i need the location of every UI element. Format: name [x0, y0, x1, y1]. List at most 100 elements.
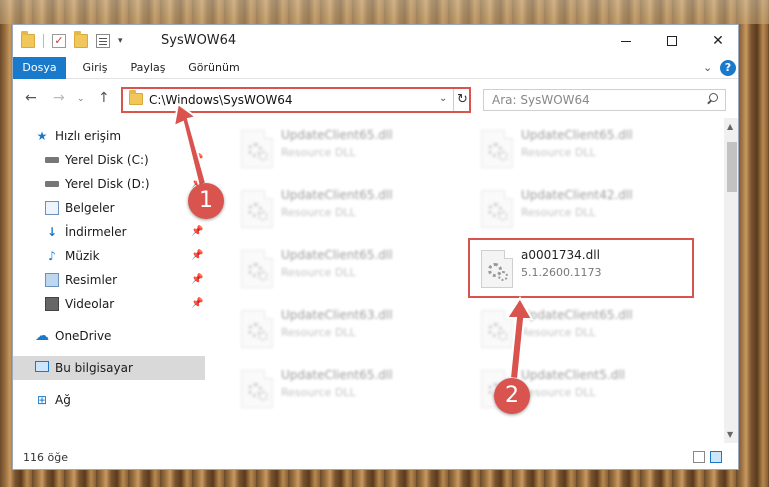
file-description: Resource DLL: [521, 326, 596, 339]
sidebar-item-quick-access[interactable]: ★ Hızlı erişim: [13, 124, 205, 148]
sidebar-item-label: Yerel Disk (D:): [65, 177, 150, 191]
pin-icon[interactable]: 📌: [191, 220, 203, 244]
properties-check-icon[interactable]: ✓: [52, 34, 66, 48]
minimize-button[interactable]: [603, 25, 649, 57]
sidebar-item-label: İndirmeler: [65, 225, 127, 239]
new-folder-icon[interactable]: [74, 31, 88, 48]
tab-file[interactable]: Dosya: [13, 57, 66, 79]
sidebar-item-label: OneDrive: [55, 329, 112, 343]
navigation-pane: ★ Hızlı erişim Yerel Disk (C:) 📌 Yerel D…: [13, 118, 205, 443]
file-item[interactable]: UpdateClient65.dll Resource DLL: [233, 242, 463, 298]
tab-share[interactable]: Paylaş: [123, 57, 173, 79]
file-item[interactable]: UpdateClient65.dll Resource DLL: [473, 302, 703, 358]
sidebar-item-label: Resimler: [65, 273, 118, 287]
sidebar-item-label: Videolar: [65, 297, 115, 311]
step-1-badge: 1: [188, 183, 224, 219]
navigation-bar: ← → ⌄ ↑ C:\Windows\SysWOW64 ⌄ ↻ Ara: Sys…: [13, 80, 738, 118]
computer-icon: [35, 361, 49, 372]
forward-button[interactable]: →: [53, 90, 65, 106]
toolbar-divider: [43, 34, 44, 48]
pin-icon[interactable]: 📌: [191, 292, 203, 316]
scrollbar-thumb[interactable]: [727, 142, 737, 192]
status-bar: 116 öğe: [13, 443, 738, 469]
close-button[interactable]: ✕: [695, 25, 738, 57]
pin-icon[interactable]: 📌: [191, 148, 203, 172]
refresh-button[interactable]: ↻: [453, 89, 471, 111]
address-bar[interactable]: C:\Windows\SysWOW64 ⌄ ↻: [121, 87, 471, 113]
file-name: UpdateClient65.dll: [521, 128, 633, 142]
expand-ribbon-icon[interactable]: ⌄: [703, 61, 712, 74]
file-description: Resource DLL: [281, 266, 356, 279]
search-icon[interactable]: [706, 93, 718, 105]
target-file-highlight: [468, 238, 694, 298]
sidebar-item-music[interactable]: ♪ Müzik 📌: [13, 244, 205, 268]
rename-icon[interactable]: [96, 34, 110, 48]
help-icon[interactable]: ?: [720, 60, 736, 76]
address-dropdown[interactable]: ⌄: [439, 93, 447, 104]
file-item[interactable]: UpdateClient42.dll Resource DLL: [473, 182, 703, 238]
large-icons-view-icon[interactable]: [710, 451, 722, 463]
sidebar-item-label: Hızlı erişim: [55, 129, 122, 143]
sidebar-item-onedrive[interactable]: ☁ OneDrive: [13, 324, 205, 348]
address-folder-icon: [129, 90, 143, 105]
document-icon: [45, 201, 59, 215]
sidebar-item-downloads[interactable]: ↓ İndirmeler 📌: [13, 220, 205, 244]
folder-icon: [21, 31, 35, 48]
sidebar-item-disk-c[interactable]: Yerel Disk (C:) 📌: [13, 148, 205, 172]
item-count: 116 öğe: [23, 451, 68, 464]
dll-file-icon: [241, 130, 273, 168]
address-path[interactable]: C:\Windows\SysWOW64: [149, 93, 293, 107]
tab-home[interactable]: Giriş: [75, 57, 115, 79]
maximize-icon: [667, 36, 677, 46]
music-icon: ♪: [48, 249, 56, 263]
file-item[interactable]: UpdateClient65.dll Resource DLL: [233, 182, 463, 238]
file-name: UpdateClient42.dll: [521, 188, 633, 202]
dll-file-icon: [241, 250, 273, 288]
up-button[interactable]: ↑: [98, 90, 110, 106]
minimize-icon: [621, 40, 631, 42]
file-name: UpdateClient5.dll: [521, 368, 625, 382]
picture-icon: [45, 273, 59, 287]
file-item[interactable]: UpdateClient65.dll Resource DLL: [473, 122, 703, 178]
maximize-button[interactable]: [649, 25, 695, 57]
disk-icon: [45, 181, 59, 187]
sidebar-item-documents[interactable]: Belgeler 📌: [13, 196, 205, 220]
scroll-down-icon[interactable]: ▼: [727, 430, 733, 439]
file-name: UpdateClient63.dll: [281, 308, 393, 322]
pin-icon[interactable]: 📌: [191, 244, 203, 268]
sidebar-item-network[interactable]: ⊞ Ağ: [13, 388, 205, 412]
search-input[interactable]: Ara: SysWOW64: [483, 89, 726, 111]
customize-toolbar-dropdown[interactable]: ▾: [118, 36, 123, 46]
sidebar-item-videos[interactable]: Videolar 📌: [13, 292, 205, 316]
file-description: Resource DLL: [521, 146, 596, 159]
step-2-badge: 2: [494, 378, 530, 414]
search-placeholder: Ara: SysWOW64: [492, 93, 590, 107]
sidebar-item-this-pc[interactable]: Bu bilgisayar: [13, 356, 205, 380]
desktop-background: [0, 0, 769, 24]
file-description: Resource DLL: [521, 386, 596, 399]
file-name: UpdateClient65.dll: [281, 248, 393, 262]
file-item[interactable]: UpdateClient65.dll Resource DLL: [233, 362, 463, 418]
recent-locations-button[interactable]: ⌄: [77, 94, 85, 104]
file-description: Resource DLL: [281, 146, 356, 159]
sidebar-item-pictures[interactable]: Resimler 📌: [13, 268, 205, 292]
sidebar-item-disk-d[interactable]: Yerel Disk (D:) 📌: [13, 172, 205, 196]
details-view-icon[interactable]: [693, 451, 705, 463]
pin-icon[interactable]: 📌: [191, 268, 203, 292]
file-description: Resource DLL: [281, 326, 356, 339]
tab-view[interactable]: Görünüm: [181, 57, 247, 79]
window-title: SysWOW64: [161, 33, 237, 48]
back-button[interactable]: ←: [25, 90, 37, 106]
quick-access-toolbar: ✓ ▾: [21, 31, 133, 49]
cloud-icon: ☁: [35, 328, 49, 344]
scroll-up-icon[interactable]: ▲: [727, 122, 733, 131]
file-description: Resource DLL: [521, 206, 596, 219]
file-name: UpdateClient65.dll: [281, 368, 393, 382]
file-item[interactable]: UpdateClient65.dll Resource DLL: [233, 122, 463, 178]
download-icon: ↓: [46, 225, 58, 239]
dll-file-icon: [481, 310, 513, 348]
file-item[interactable]: UpdateClient63.dll Resource DLL: [233, 302, 463, 358]
vertical-scrollbar[interactable]: ▲ ▼: [724, 118, 738, 443]
file-description: Resource DLL: [281, 206, 356, 219]
dll-file-icon: [241, 370, 273, 408]
